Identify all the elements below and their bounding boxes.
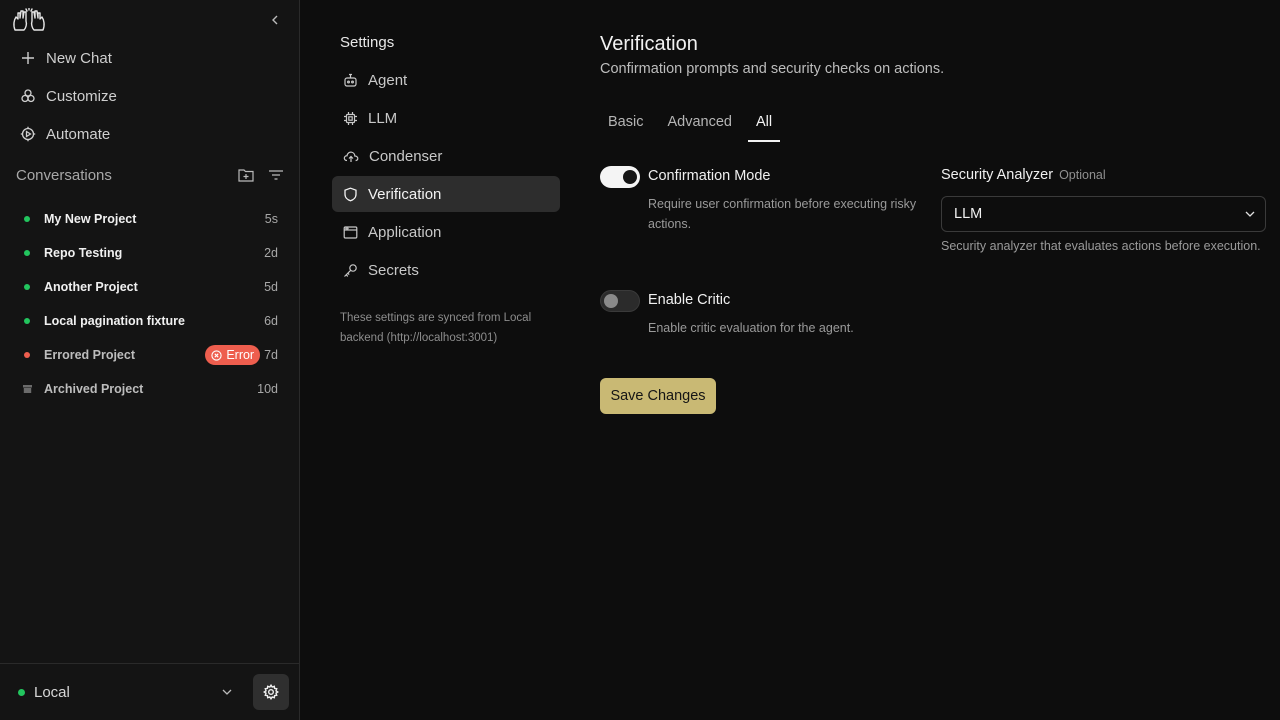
gear-icon xyxy=(263,684,279,700)
new-chat-label: New Chat xyxy=(46,49,112,67)
customize-button[interactable]: Customize xyxy=(14,82,284,110)
security-analyzer-select[interactable]: LLM xyxy=(941,196,1266,232)
conversation-name: My New Project xyxy=(44,212,137,226)
status-dot-active xyxy=(24,318,30,324)
automate-icon xyxy=(20,126,36,142)
security-analyzer-description: Security analyzer that evaluates actions… xyxy=(941,239,1261,253)
tab-advanced[interactable]: Advanced xyxy=(659,110,740,142)
toggle-knob xyxy=(604,294,618,308)
window-icon xyxy=(343,225,358,239)
status-dot-error xyxy=(24,352,30,358)
settings-nav-condenser[interactable]: Condenser xyxy=(332,138,560,174)
settings-nav-application[interactable]: Application xyxy=(332,214,560,250)
shield-icon xyxy=(344,187,357,201)
settings-nav-secrets[interactable]: Secrets xyxy=(332,252,560,288)
settings-nav-llm[interactable]: LLM xyxy=(332,100,560,136)
plus-icon xyxy=(22,52,34,64)
logo-hands-icon xyxy=(12,7,46,34)
security-analyzer-label: Security Analyzer Optional xyxy=(941,167,1106,183)
conversation-name: Another Project xyxy=(44,280,138,294)
conversations-header: Conversations xyxy=(16,164,284,186)
new-chat-button[interactable]: New Chat xyxy=(14,44,284,72)
robot-icon xyxy=(344,73,357,87)
key-icon xyxy=(344,263,357,277)
sync-note: These settings are synced from Local bac… xyxy=(340,312,532,344)
confirmation-mode-toggle[interactable] xyxy=(600,166,640,188)
app-root: New Chat Customize Automate Conversation… xyxy=(0,0,1280,720)
page-subtitle: Confirmation prompts and security checks… xyxy=(600,61,945,77)
chevron-down-icon xyxy=(1245,211,1255,217)
conversation-name: Local pagination fixture xyxy=(44,314,185,328)
tab-bar: Basic Advanced All xyxy=(600,110,788,142)
conversation-time: 5s xyxy=(264,212,278,226)
sidebar: New Chat Customize Automate Conversation… xyxy=(0,0,300,720)
confirmation-mode-label: Confirmation Mode xyxy=(648,168,771,184)
conversation-time: 7d xyxy=(264,348,278,362)
security-analyzer-title: Security Analyzer xyxy=(941,167,1054,183)
error-badge-label: Error xyxy=(226,348,255,362)
settings-nav-label: Condenser xyxy=(369,147,443,165)
conversation-row[interactable]: Repo Testing 2d xyxy=(16,236,284,270)
chevron-left-icon xyxy=(272,15,278,25)
page-title: Verification xyxy=(600,33,698,55)
error-circle-icon xyxy=(211,349,222,361)
conversation-row[interactable]: Errored Project Error 7d xyxy=(16,338,284,372)
new-folder-icon[interactable] xyxy=(238,168,254,182)
customize-icon xyxy=(21,89,35,103)
conversation-name: Errored Project xyxy=(44,348,136,362)
status-dot-active xyxy=(24,216,30,222)
conversation-row[interactable]: Another Project 5d xyxy=(16,270,284,304)
status-dot-active xyxy=(24,250,30,256)
toggle-knob xyxy=(623,170,637,184)
collapse-sidebar-button[interactable] xyxy=(266,11,284,29)
conversation-list: My New Project 5s Repo Testing 2d Anothe… xyxy=(16,202,284,406)
save-changes-button[interactable]: Save Changes xyxy=(600,378,716,414)
enable-critic-description: Enable critic evaluation for the agent. xyxy=(648,321,854,335)
settings-nav-agent[interactable]: Agent xyxy=(332,62,560,98)
chevron-down-icon xyxy=(222,689,232,695)
backend-label: Local xyxy=(34,683,70,701)
settings-title: Settings xyxy=(340,34,395,51)
backend-status-dot xyxy=(18,688,25,696)
conversation-row[interactable]: Archived Project 10d xyxy=(16,372,284,406)
conversation-time: 5d xyxy=(264,280,278,294)
automate-button[interactable]: Automate xyxy=(14,120,284,148)
settings-nav-label: Application xyxy=(368,223,442,241)
settings-nav-label: Secrets xyxy=(368,261,419,279)
settings-nav-verification[interactable]: Verification xyxy=(332,176,560,212)
automate-label: Automate xyxy=(46,125,111,143)
conversation-name: Repo Testing xyxy=(44,246,123,260)
optional-tag: Optional xyxy=(1059,168,1106,182)
confirmation-mode-description: Require user confirmation before executi… xyxy=(648,197,917,231)
conversation-time: 10d xyxy=(257,382,278,396)
conversation-name: Archived Project xyxy=(44,382,144,396)
conversation-time: 6d xyxy=(264,314,278,328)
tab-all[interactable]: All xyxy=(747,110,781,142)
filter-icon[interactable] xyxy=(268,169,284,181)
sidebar-footer: Local xyxy=(0,663,300,720)
cloud-icon xyxy=(343,151,359,162)
tab-basic[interactable]: Basic xyxy=(600,110,651,142)
conversation-row[interactable]: Local pagination fixture 6d xyxy=(16,304,284,338)
conversation-time: 2d xyxy=(264,246,278,260)
error-badge: Error xyxy=(205,345,261,365)
customize-label: Customize xyxy=(46,87,117,105)
security-analyzer-value: LLM xyxy=(954,206,983,222)
status-dot-active xyxy=(24,284,30,290)
settings-nav-label: LLM xyxy=(368,109,398,127)
chip-icon xyxy=(344,111,357,125)
archive-icon xyxy=(23,385,32,393)
conversations-title: Conversations xyxy=(16,166,112,184)
settings-nav-label: Verification xyxy=(368,185,442,203)
enable-critic-label: Enable Critic xyxy=(648,292,731,308)
backend-selector[interactable]: Local xyxy=(18,681,232,703)
settings-button[interactable] xyxy=(253,674,289,710)
settings-nav-label: Agent xyxy=(368,71,408,89)
conversation-row[interactable]: My New Project 5s xyxy=(16,202,284,236)
enable-critic-toggle[interactable] xyxy=(600,290,640,312)
